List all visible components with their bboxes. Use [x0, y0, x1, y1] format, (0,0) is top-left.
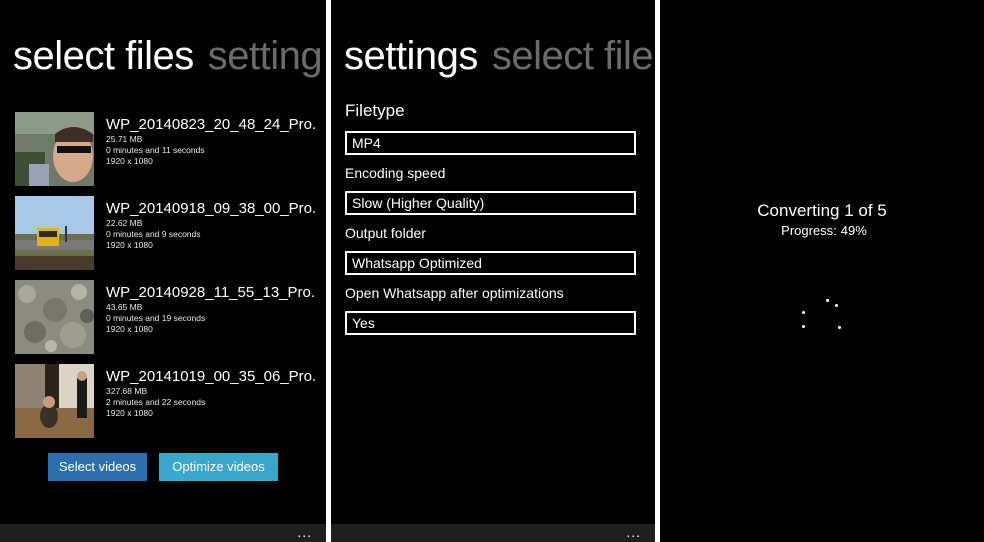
spinner-dot [835, 304, 838, 307]
pivot-header: select files setting [13, 34, 323, 78]
settings-screen: settings select file Filetype MP4 Encodin… [331, 0, 655, 542]
converting-screen: Converting 1 of 5 Progress: 49% [660, 0, 984, 542]
select-videos-button[interactable]: Select videos [48, 453, 147, 481]
pivot-item-select-files[interactable]: select files [13, 34, 194, 78]
app-bar: ... [331, 524, 655, 542]
optimize-videos-button[interactable]: Optimize videos [159, 453, 278, 481]
file-list-item[interactable]: WP_20140823_20_48_24_Pro.m 25.71 MB 0 mi… [15, 112, 316, 188]
progress-label: Progress: [781, 223, 837, 238]
spinner-dot [826, 299, 829, 302]
file-name: WP_20141019_00_35_06_Pro.m [106, 368, 316, 385]
file-name: WP_20140918_09_38_00_Pro.m [106, 200, 316, 217]
converting-status: Converting 1 of 5 [757, 201, 887, 220]
progress-value: 49% [840, 223, 867, 238]
file-list-item[interactable]: WP_20140918_09_38_00_Pro.m 22.62 MB 0 mi… [15, 196, 316, 272]
encoding-speed-label: Encoding speed [345, 165, 446, 181]
file-size: 22.62 MB [106, 218, 143, 228]
file-name: WP_20140823_20_48_24_Pro.m [106, 116, 316, 133]
app-bar: ... [0, 524, 326, 542]
filetype-label: Filetype [345, 101, 405, 120]
open-whatsapp-select[interactable]: Yes [345, 311, 636, 335]
spinner-dot [838, 326, 841, 329]
file-size: 43.65 MB [106, 302, 143, 312]
output-folder-field[interactable]: Whatsapp Optimized [345, 251, 636, 275]
pivot-item-select-files[interactable]: select file [492, 34, 654, 78]
more-options-icon[interactable]: ... [626, 525, 641, 539]
file-size: 327.68 MB [106, 386, 148, 396]
video-thumbnail [15, 112, 94, 186]
filetype-select[interactable]: MP4 [345, 131, 636, 155]
open-whatsapp-label: Open Whatsapp after optimizations [345, 285, 564, 301]
video-thumbnail [15, 280, 94, 354]
file-duration: 0 minutes and 11 seconds [106, 145, 205, 155]
more-options-icon[interactable]: ... [297, 525, 312, 539]
video-thumbnail [15, 364, 94, 438]
file-duration: 0 minutes and 9 seconds [106, 229, 201, 239]
file-resolution: 1920 x 1080 [106, 240, 153, 250]
file-resolution: 1920 x 1080 [106, 408, 153, 418]
spinner-dot [802, 325, 805, 328]
output-folder-label: Output folder [345, 225, 426, 241]
file-resolution: 1920 x 1080 [106, 324, 153, 334]
file-duration: 0 minutes and 19 seconds [106, 313, 206, 323]
pivot-item-settings[interactable]: setting [208, 34, 323, 78]
select-files-screen: select files setting WP_20140823_20_48_24… [0, 0, 326, 542]
file-name: WP_20140928_11_55_13_Pro.m [106, 284, 316, 301]
file-list-item[interactable]: WP_20140928_11_55_13_Pro.m 43.65 MB 0 mi… [15, 280, 316, 356]
file-resolution: 1920 x 1080 [106, 156, 153, 166]
pivot-item-settings[interactable]: settings [344, 34, 478, 78]
spinner-dot [802, 311, 805, 314]
file-size: 25.71 MB [106, 134, 143, 144]
file-duration: 2 minutes and 22 seconds [106, 397, 206, 407]
pivot-header: settings select file [344, 34, 654, 78]
file-list-item[interactable]: WP_20141019_00_35_06_Pro.m 327.68 MB 2 m… [15, 364, 316, 440]
encoding-speed-select[interactable]: Slow (Higher Quality) [345, 191, 636, 215]
progress-text: Progress: 49% [660, 223, 984, 238]
video-thumbnail [15, 196, 94, 270]
